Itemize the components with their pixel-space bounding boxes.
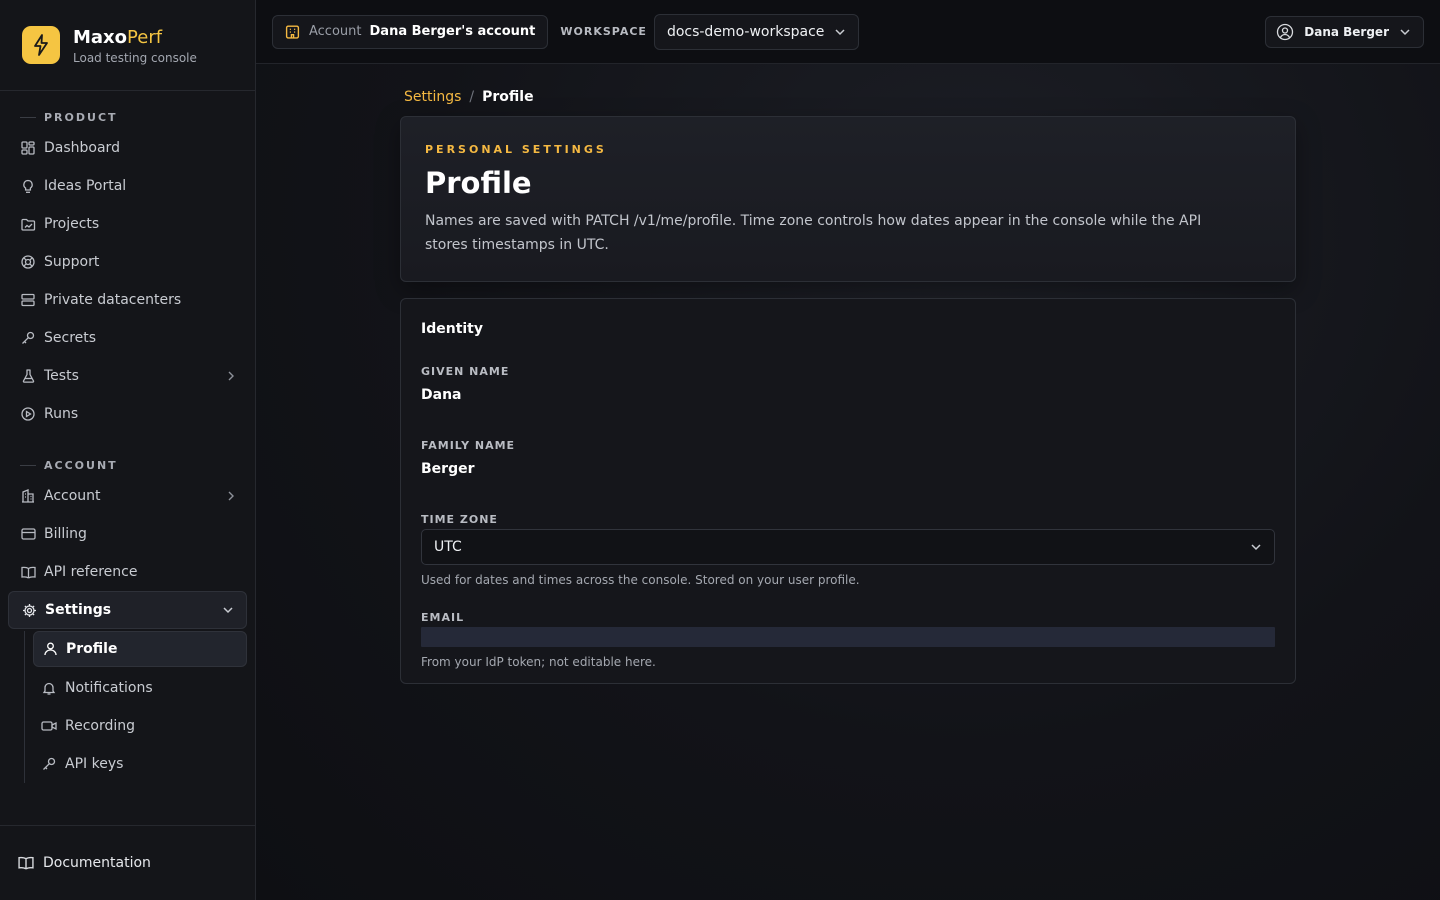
book-icon (20, 564, 36, 580)
documentation-label: Documentation (43, 855, 151, 871)
sidebar-item-projects[interactable]: Projects (0, 205, 255, 243)
chevron-right-icon (227, 370, 235, 382)
lifebuoy-icon (20, 254, 36, 270)
sidebar-item-ideas-portal[interactable]: Ideas Portal (0, 167, 255, 205)
sidebar-item-support[interactable]: Support (0, 243, 255, 281)
workspace-label: WORKSPACE (560, 25, 647, 38)
sidebar: MaxoPerf Load testing console PRODUCT Da… (0, 0, 256, 900)
breadcrumb-current: Profile (482, 89, 534, 105)
sidebar-item-recording[interactable]: Recording (33, 707, 255, 745)
workspace-select[interactable]: docs-demo-workspace (653, 13, 860, 50)
folder-icon (20, 216, 36, 232)
topbar: Account Dana Berger's account WORKSPACE … (256, 0, 1440, 64)
building-icon (285, 24, 300, 39)
section-title: Identity (421, 321, 484, 337)
sidebar-item-label: Account (44, 488, 101, 504)
sidebar-item-label: Dashboard (44, 140, 120, 156)
chevron-down-icon (222, 606, 234, 614)
profile-header-card: PERSONAL SETTINGS Profile Names are save… (400, 116, 1296, 282)
user-menu[interactable]: Dana Berger (1265, 16, 1424, 48)
sidebar-item-label: Projects (44, 216, 100, 232)
identity-card: Identity GIVEN NAME Dana FAMILY NAME Ber… (400, 298, 1296, 684)
chevron-down-icon (1399, 28, 1411, 36)
key-icon (41, 756, 57, 772)
sidebar-item-notifications[interactable]: Notifications (33, 669, 255, 707)
time-zone-select[interactable]: UTC (421, 529, 1275, 565)
credit-card-icon (20, 526, 36, 542)
chevron-down-icon (834, 28, 846, 36)
sidebar-item-label: Support (44, 254, 100, 270)
sidebar-item-label: Billing (44, 526, 87, 542)
book-icon (18, 856, 34, 870)
key-icon (20, 330, 36, 346)
sidebar-item-label: Notifications (65, 680, 153, 696)
building-icon (20, 488, 36, 504)
bell-icon (41, 680, 57, 696)
bolt-icon (22, 26, 60, 64)
settings-subnav: Profile Notifications Recording API keys (24, 631, 255, 783)
time-zone-help: Used for dates and times across the cons… (421, 573, 860, 587)
page-title: Profile (425, 166, 532, 200)
time-zone-value: UTC (434, 539, 462, 555)
email-label: EMAIL (421, 611, 465, 624)
email-help: From your IdP token; not editable here. (421, 655, 656, 669)
sidebar-item-api-reference[interactable]: API reference (0, 553, 255, 591)
sidebar-item-account[interactable]: Account (0, 477, 255, 515)
sidebar-item-label: API reference (44, 564, 138, 580)
sidebar-item-billing[interactable]: Billing (0, 515, 255, 553)
brand-name: MaxoPerf (73, 27, 163, 48)
account-switcher[interactable]: Account Dana Berger's account (272, 14, 549, 49)
breadcrumb-settings-link[interactable]: Settings (404, 89, 461, 105)
gear-icon (21, 602, 37, 618)
sidebar-item-label: Ideas Portal (44, 178, 127, 194)
user-icon (42, 641, 58, 657)
server-icon (20, 292, 36, 308)
account-value: Dana Berger's account (369, 24, 536, 39)
section-label-product: PRODUCT (0, 108, 255, 126)
email-field (421, 627, 1275, 647)
lightbulb-icon (20, 178, 36, 194)
sidebar-item-label: API keys (65, 756, 124, 772)
workspace-value: docs-demo-workspace (666, 23, 825, 40)
time-zone-label: TIME ZONE (421, 513, 498, 526)
breadcrumb-separator: / (469, 89, 475, 105)
sidebar-item-secrets[interactable]: Secrets (0, 319, 255, 357)
sidebar-item-api-keys[interactable]: API keys (33, 745, 255, 783)
sidebar-item-label: Settings (45, 602, 112, 618)
sidebar-item-settings[interactable]: Settings (8, 591, 247, 629)
sidebar-item-label: Profile (66, 641, 118, 657)
play-circle-icon (20, 406, 36, 422)
given-name-label: GIVEN NAME (421, 365, 510, 378)
main-content: Settings / Profile PERSONAL SETTINGS Pro… (256, 64, 1440, 900)
sidebar-item-private-datacenters[interactable]: Private datacenters (0, 281, 255, 319)
sidebar-item-label: Secrets (44, 330, 97, 346)
user-circle-icon (1276, 23, 1294, 41)
sidebar-item-profile[interactable]: Profile (33, 631, 247, 667)
sidebar-item-label: Tests (44, 368, 79, 384)
breadcrumb: Settings / Profile (404, 89, 534, 105)
flask-icon (20, 368, 36, 384)
sidebar-item-label: Recording (65, 718, 136, 734)
brand[interactable]: MaxoPerf Load testing console (0, 0, 255, 91)
documentation-link[interactable]: Documentation (0, 825, 255, 900)
sidebar-item-dashboard[interactable]: Dashboard (0, 129, 255, 167)
given-name-value: Dana (421, 387, 462, 403)
user-name: Dana Berger (1304, 25, 1389, 39)
dashboard-icon (20, 140, 36, 156)
sidebar-item-tests[interactable]: Tests (0, 357, 255, 395)
eyebrow-label: PERSONAL SETTINGS (425, 143, 607, 156)
chevron-down-icon (1250, 543, 1262, 551)
page-description: Names are saved with PATCH /v1/me/profil… (425, 213, 1202, 253)
section-label-account: ACCOUNT (0, 456, 255, 474)
sidebar-item-label: Runs (44, 406, 79, 422)
account-label: Account (309, 24, 362, 39)
sidebar-item-label: Private datacenters (44, 292, 182, 308)
family-name-label: FAMILY NAME (421, 439, 516, 452)
brand-subtitle: Load testing console (73, 51, 197, 65)
chevron-right-icon (227, 490, 235, 502)
family-name-value: Berger (421, 461, 475, 477)
sidebar-item-runs[interactable]: Runs (0, 395, 255, 433)
video-icon (41, 718, 57, 734)
